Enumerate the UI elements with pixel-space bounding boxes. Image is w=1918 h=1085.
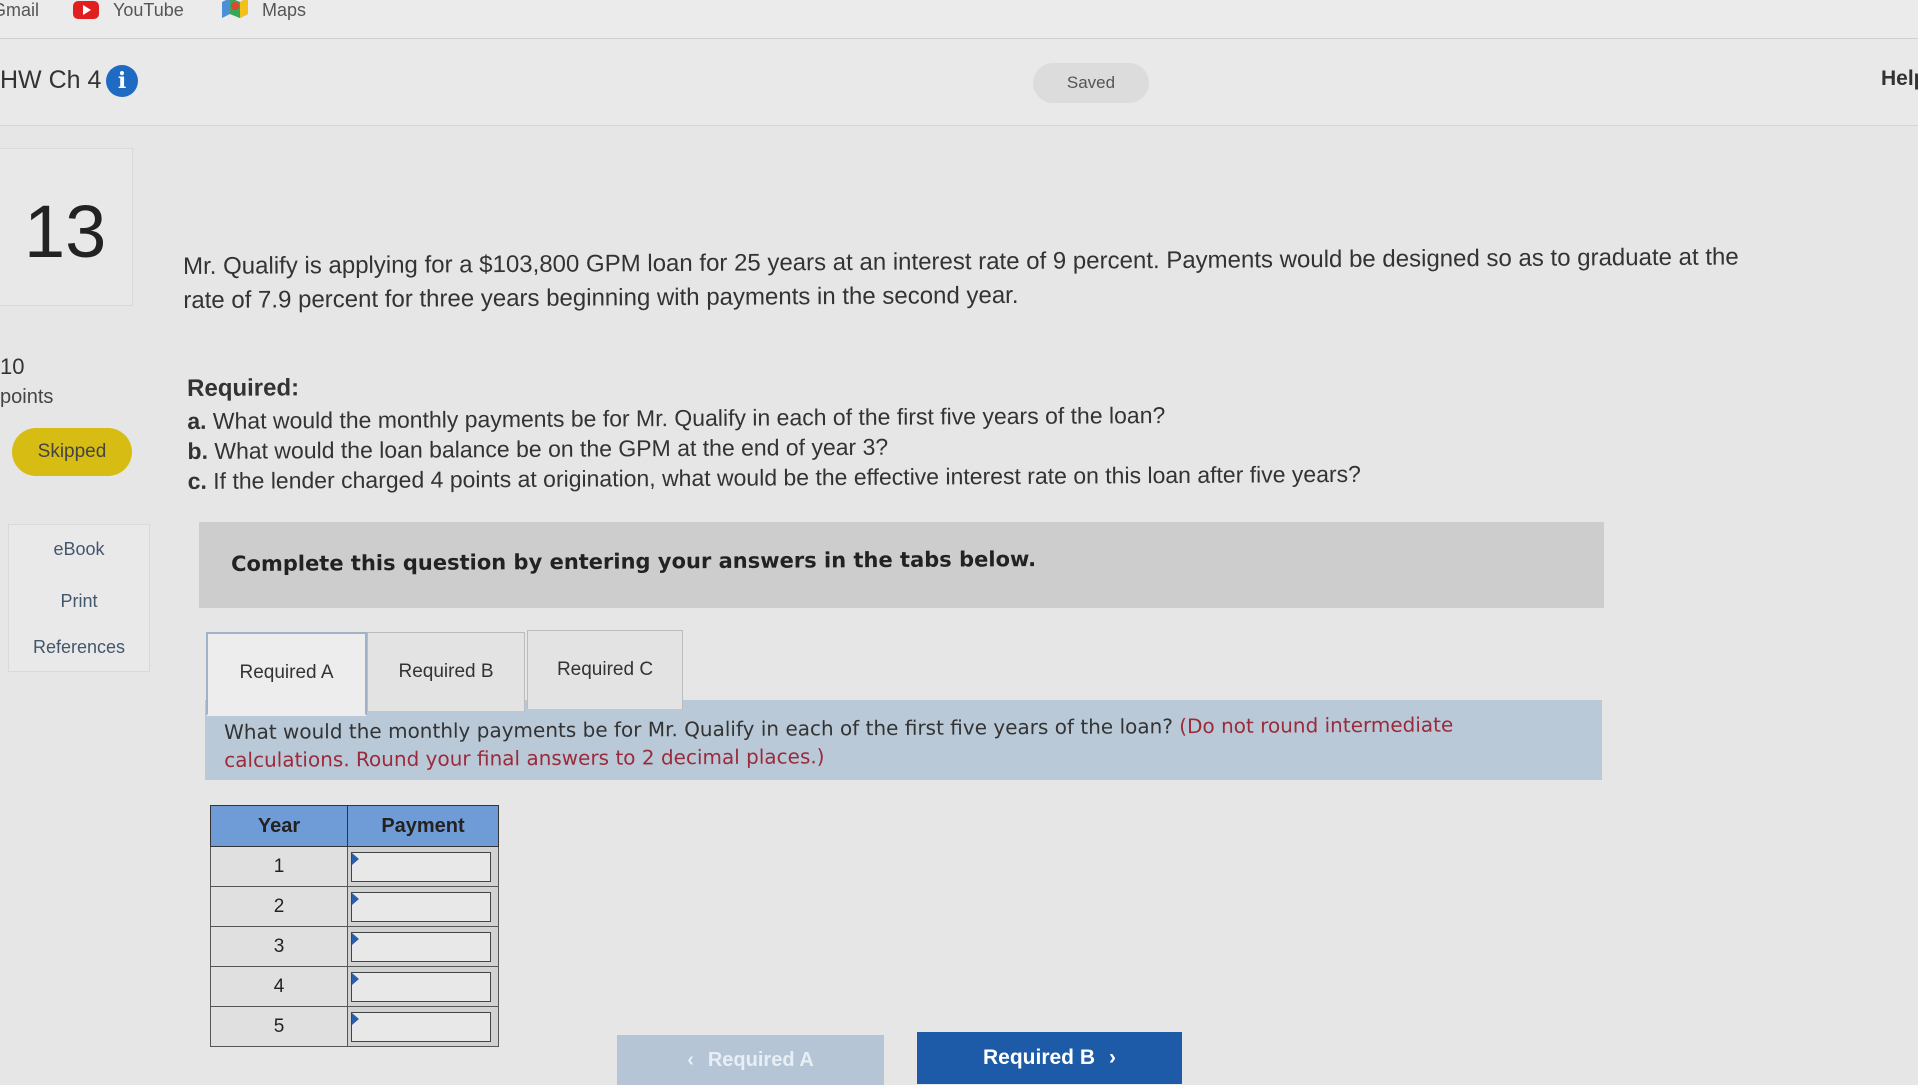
payment-column-header: Payment bbox=[347, 805, 499, 847]
item-text: What would the loan balance be on the GP… bbox=[214, 433, 889, 464]
payment-cell bbox=[347, 926, 499, 967]
assignment-title: HW Ch 4 bbox=[0, 66, 102, 94]
ebook-link[interactable]: eBook bbox=[9, 539, 149, 560]
references-link[interactable]: References bbox=[9, 637, 149, 658]
bookmark-gmail[interactable]: Gmail bbox=[0, 0, 39, 20]
tab-required-a[interactable]: Required A bbox=[206, 632, 367, 716]
answer-table: Year Payment 1 2 3 4 5 bbox=[210, 805, 499, 1047]
item-text: If the lender charged 4 points at origin… bbox=[213, 460, 1362, 494]
year-cell: 3 bbox=[210, 926, 348, 967]
question-number-box: 13 bbox=[0, 148, 133, 306]
bookmark-youtube[interactable]: YouTube bbox=[73, 0, 184, 20]
table-row: 4 bbox=[210, 966, 499, 1007]
print-link[interactable]: Print bbox=[9, 591, 149, 612]
question-text: Mr. Qualify is applying for a $103,800 G… bbox=[183, 243, 1739, 314]
payment-input-year-3[interactable] bbox=[351, 931, 491, 962]
year-cell: 4 bbox=[210, 966, 348, 1007]
bookmarks-bar: Gmail YouTube Maps bbox=[0, 0, 1918, 39]
payment-input-year-2[interactable] bbox=[351, 891, 491, 922]
bookmark-label: Gmail bbox=[0, 0, 40, 20]
previous-tab-button[interactable]: ‹ Required A bbox=[617, 1035, 884, 1085]
year-column-header: Year bbox=[210, 805, 348, 847]
table-header-row: Year Payment bbox=[210, 805, 499, 847]
saved-status: Saved bbox=[1033, 63, 1149, 103]
bookmark-label: Maps bbox=[262, 0, 307, 20]
status-badge: Skipped bbox=[12, 428, 132, 476]
prompt-question: What would the monthly payments be for M… bbox=[224, 714, 1173, 744]
help-link[interactable]: Help bbox=[1881, 67, 1918, 91]
required-section: Required: a. What would the monthly paym… bbox=[187, 365, 1588, 496]
tab-required-c[interactable]: Required C bbox=[527, 630, 683, 709]
next-tab-label: Required B bbox=[982, 1046, 1095, 1069]
question-tools: eBook Print References bbox=[8, 524, 150, 672]
payment-cell bbox=[347, 1006, 499, 1047]
payment-input-year-4[interactable] bbox=[351, 971, 491, 1002]
next-tab-button[interactable]: Required B › bbox=[917, 1032, 1182, 1084]
year-cell: 5 bbox=[210, 1006, 348, 1047]
maps-icon bbox=[222, 0, 248, 23]
payment-input-year-5[interactable] bbox=[351, 1011, 491, 1042]
item-letter: a. bbox=[187, 407, 207, 434]
points-label: points bbox=[0, 386, 54, 408]
previous-tab-label: Required A bbox=[707, 1048, 814, 1071]
instructions-text: Complete this question by entering your … bbox=[231, 547, 1037, 576]
payment-cell bbox=[347, 846, 499, 887]
points-value: 10 bbox=[0, 354, 25, 379]
bookmark-maps[interactable]: Maps bbox=[222, 0, 306, 20]
item-letter: b. bbox=[187, 437, 209, 464]
table-row: 3 bbox=[210, 926, 499, 967]
question-number: 13 bbox=[24, 190, 107, 273]
payment-cell bbox=[347, 966, 499, 1007]
prompt-text: What would the monthly payments be for M… bbox=[224, 710, 1584, 774]
table-row: 5 bbox=[210, 1006, 499, 1047]
tab-required-b[interactable]: Required B bbox=[367, 632, 525, 711]
payment-input-year-1[interactable] bbox=[351, 851, 491, 882]
item-text: What would the monthly payments be for M… bbox=[212, 402, 1166, 434]
year-cell: 1 bbox=[210, 846, 348, 887]
bookmark-label: YouTube bbox=[113, 0, 184, 20]
item-letter: c. bbox=[187, 467, 207, 494]
assignment-header: HW Ch 4 i Saved Help bbox=[0, 39, 1918, 126]
chevron-right-icon: › bbox=[1109, 1046, 1116, 1069]
table-row: 2 bbox=[210, 886, 499, 927]
chevron-left-icon: ‹ bbox=[687, 1048, 694, 1071]
table-row: 1 bbox=[210, 846, 499, 887]
info-icon[interactable]: i bbox=[106, 65, 138, 97]
youtube-icon bbox=[73, 1, 99, 19]
year-cell: 2 bbox=[210, 886, 348, 927]
payment-cell bbox=[347, 886, 499, 927]
